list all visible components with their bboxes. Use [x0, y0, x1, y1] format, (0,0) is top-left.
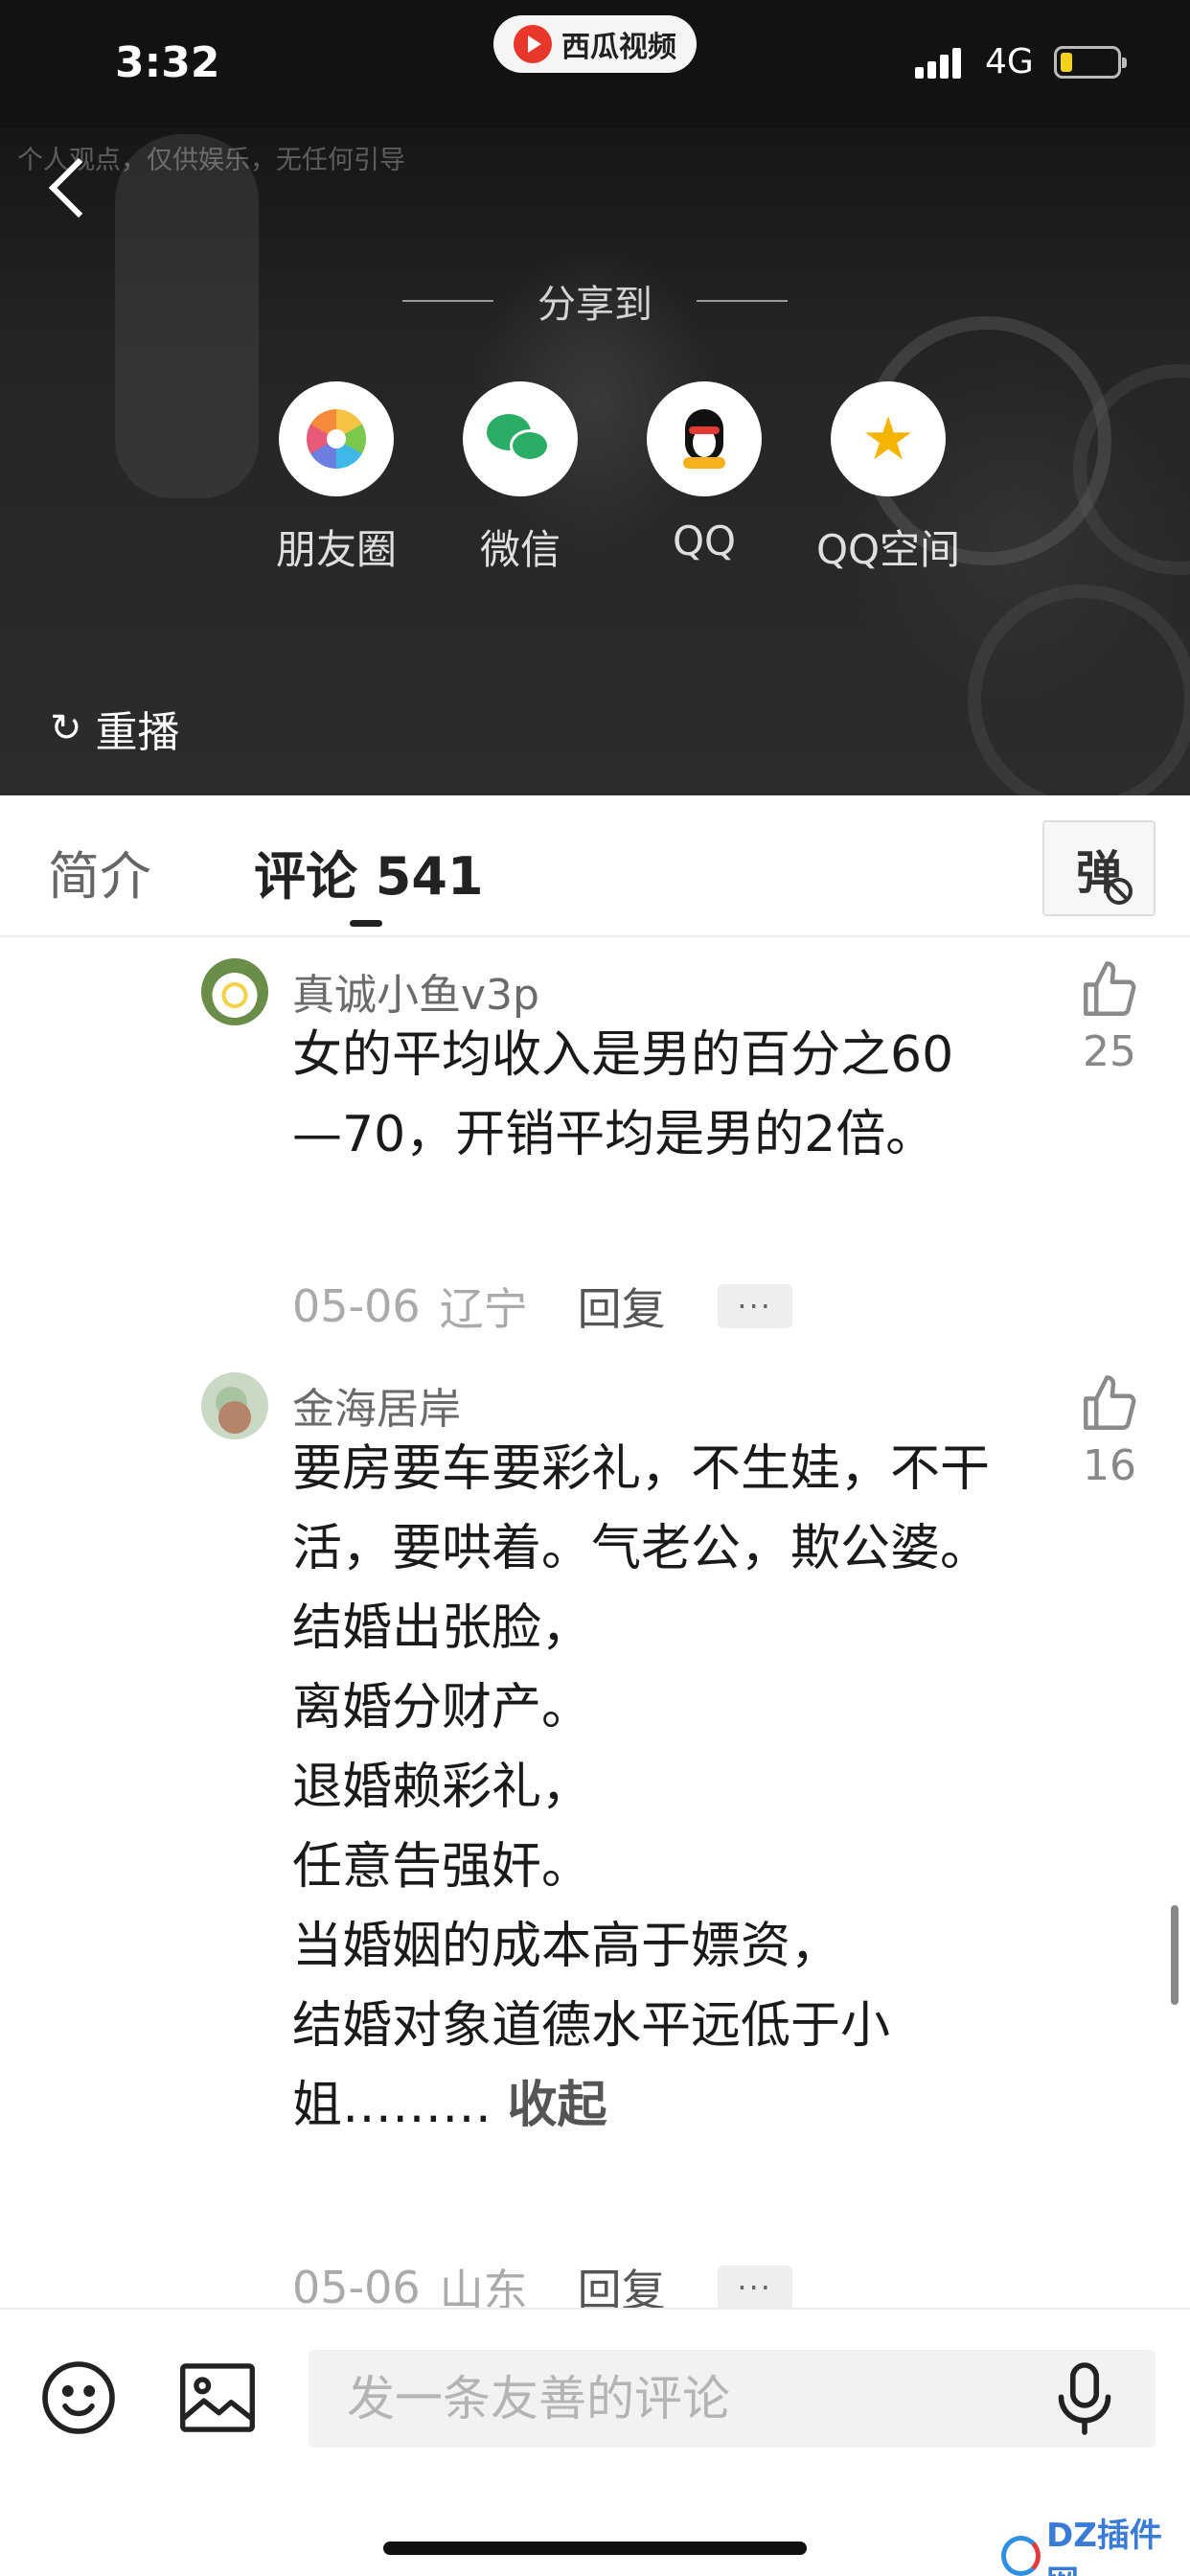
app-indicator[interactable]: 西瓜视频	[493, 15, 697, 73]
comment-date: 05-06	[292, 1280, 421, 1332]
battery-icon	[1054, 46, 1127, 79]
emoji-icon[interactable]	[38, 2358, 119, 2438]
comment-username[interactable]: 金海居岸	[292, 1374, 461, 1436]
like-count: 25	[1083, 1027, 1136, 1076]
replay-button[interactable]: ↻ 重播	[50, 698, 180, 759]
image-icon[interactable]	[178, 2361, 257, 2434]
status-bar: 3:32 西瓜视频 4G	[0, 0, 1190, 128]
like-button[interactable]: 25	[1071, 958, 1148, 1076]
wechat-icon	[487, 410, 554, 468]
share-title: 分享到	[538, 283, 652, 327]
home-indicator[interactable]	[383, 2542, 807, 2555]
comment-date: 05-06	[292, 2262, 421, 2313]
comment-text: 女的平均收入是男的百分之60—70，开销平均是男的2倍。	[292, 1026, 954, 1163]
xigua-logo-icon	[514, 25, 552, 63]
tab-comments[interactable]: 评论 541	[254, 834, 484, 909]
thumbs-up-icon	[1084, 1375, 1136, 1430]
thumbs-up-icon	[1084, 961, 1136, 1016]
share-label: 朋友圈	[275, 526, 397, 573]
share-qq-button[interactable]: QQ	[612, 381, 796, 576]
comment-username[interactable]: 真诚小鱼v3p	[292, 960, 539, 1022]
comment-text: 要房要车要彩礼，不生娃，不干活，要哄着。气老公，欺公婆。 结婚出张脸， 离婚分财…	[292, 1430, 992, 2146]
qzone-icon: ★	[861, 403, 915, 473]
status-time: 3:32	[115, 38, 220, 87]
moments-icon	[307, 409, 366, 469]
active-tab-indicator	[350, 920, 382, 927]
divider	[697, 300, 788, 302]
comment-meta: 05-06 辽宁 回复 ···	[292, 1275, 792, 1338]
share-qzone-button[interactable]: ★ QQ空间	[796, 381, 980, 576]
comment-body: 要房要车要彩礼，不生娃，不干活，要哄着。气老公，欺公婆。 结婚出张脸， 离婚分财…	[292, 1440, 991, 2134]
danmu-toggle-button[interactable]: 弹	[1042, 820, 1156, 916]
network-type: 4G	[985, 42, 1034, 81]
comment-input[interactable]	[309, 2350, 1156, 2448]
watermark-text: DZ插件网	[1045, 2517, 1162, 2576]
share-options: 朋友圈 微信 QQ ★ QQ空间	[244, 381, 980, 576]
avatar[interactable]	[201, 958, 268, 1025]
video-player[interactable]: 3:32 西瓜视频 4G 个人观点，仅供娱乐，无任何引导 分享到 朋友圈 微信	[0, 0, 1190, 795]
tab-intro[interactable]: 简介	[48, 834, 151, 909]
back-button[interactable]	[36, 144, 103, 230]
avatar[interactable]	[201, 1372, 268, 1439]
like-count: 16	[1083, 1441, 1136, 1490]
reply-button[interactable]: 回复	[578, 1275, 666, 1338]
share-moments-button[interactable]: 朋友圈	[244, 381, 428, 576]
share-label: 微信	[479, 526, 561, 573]
site-watermark: DZ插件网	[1001, 2509, 1190, 2576]
share-header: 分享到	[402, 273, 788, 329]
share-wechat-button[interactable]: 微信	[428, 381, 612, 576]
divider	[402, 300, 493, 302]
more-options-button[interactable]: ···	[717, 2266, 792, 2310]
replay-icon: ↻	[50, 706, 82, 750]
qq-icon	[681, 409, 727, 469]
share-label: QQ空间	[815, 526, 961, 573]
share-label: QQ	[672, 518, 737, 564]
app-name: 西瓜视频	[561, 31, 676, 64]
tab-bar: 简介 评论 541 弹	[0, 795, 1190, 937]
watermark-logo-icon	[1001, 2536, 1041, 2576]
comment-location: 辽宁	[439, 1283, 528, 1335]
like-button[interactable]: 16	[1071, 1372, 1148, 1490]
replay-label: 重播	[95, 708, 180, 757]
scrollbar[interactable]	[1171, 1905, 1179, 2005]
more-options-button[interactable]: ···	[717, 1284, 792, 1328]
collapse-button[interactable]: 收起	[508, 2077, 607, 2134]
microphone-icon[interactable]	[1044, 2358, 1125, 2440]
video-guitar-shape	[115, 134, 259, 498]
signal-icon	[915, 46, 963, 79]
danmu-off-icon	[1106, 878, 1133, 905]
